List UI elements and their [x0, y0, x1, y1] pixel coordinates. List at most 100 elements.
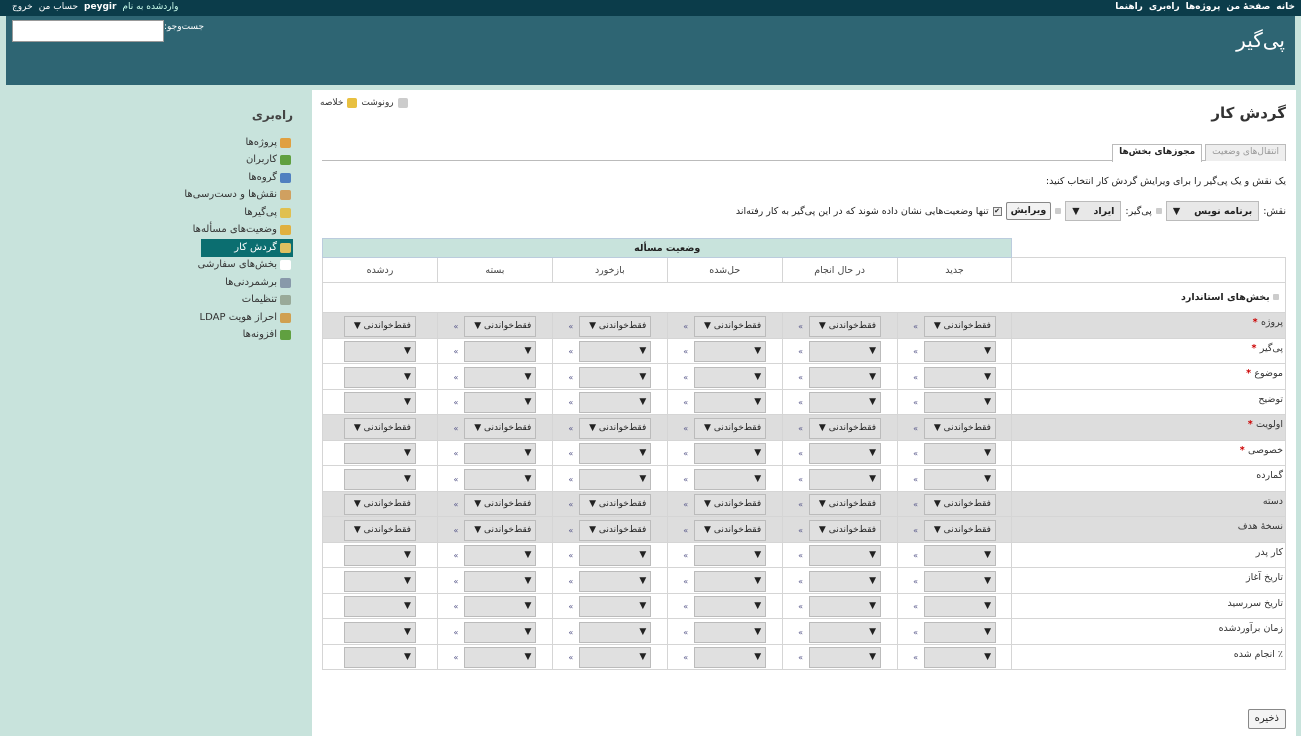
permission-select[interactable]: ▼ [464, 570, 537, 592]
sidebar-item[interactable]: کاربران [163, 152, 293, 170]
permission-select[interactable]: ▼ [694, 443, 767, 465]
copy-right-arrow-icon[interactable]: » [568, 500, 573, 509]
permission-select[interactable]: فقط‌خواندنی ▼ [579, 417, 652, 439]
permission-select[interactable]: ▼ [343, 392, 416, 414]
permission-select[interactable]: فقط‌خواندنی ▼ [343, 494, 416, 516]
copy-right-arrow-icon[interactable]: » [913, 577, 918, 586]
copy-right-arrow-icon[interactable]: » [798, 577, 803, 586]
copy-right-arrow-icon[interactable]: » [683, 551, 688, 560]
permission-select[interactable]: فقط‌خواندنی ▼ [464, 417, 537, 439]
copy-right-arrow-icon[interactable]: » [913, 449, 918, 458]
permission-select[interactable]: ▼ [343, 621, 416, 643]
permission-select[interactable]: ▼ [923, 596, 996, 618]
collapse-icon[interactable] [1273, 294, 1279, 300]
permission-select[interactable]: ▼ [579, 468, 652, 490]
copy-right-arrow-icon[interactable]: » [568, 347, 573, 356]
permission-select[interactable]: ▼ [464, 392, 537, 414]
permission-select[interactable]: فقط‌خواندنی ▼ [694, 519, 767, 541]
permission-select[interactable]: ▼ [343, 647, 416, 669]
copy-right-arrow-icon[interactable]: » [453, 577, 458, 586]
copy-right-arrow-icon[interactable]: » [453, 602, 458, 611]
copy-right-arrow-icon[interactable]: » [453, 424, 458, 433]
permission-select[interactable]: فقط‌خواندنی ▼ [343, 417, 416, 439]
permission-select[interactable]: ▼ [464, 596, 537, 618]
permission-select[interactable]: فقط‌خواندنی ▼ [464, 494, 537, 516]
permission-select[interactable]: ▼ [809, 366, 882, 388]
permission-select[interactable]: فقط‌خواندنی ▼ [809, 494, 882, 516]
copy-right-arrow-icon[interactable]: » [568, 449, 573, 458]
copy-right-arrow-icon[interactable]: » [683, 373, 688, 382]
permission-select[interactable]: ▼ [579, 621, 652, 643]
permission-select[interactable]: ▼ [343, 443, 416, 465]
tab-transitions[interactable]: انتقال‌های وضعیت [1205, 144, 1286, 161]
copy-right-arrow-icon[interactable]: » [568, 475, 573, 484]
top-menu-item[interactable]: خانه [1276, 2, 1295, 12]
permission-select[interactable]: فقط‌خواندنی ▼ [809, 417, 882, 439]
sidebar-item[interactable]: وضعیت‌های مسأله‌ها [163, 222, 293, 240]
permission-select[interactable]: ▼ [923, 443, 996, 465]
permission-select[interactable]: ▼ [694, 341, 767, 363]
copy-right-arrow-icon[interactable]: » [683, 347, 688, 356]
permission-select[interactable]: ▼ [923, 545, 996, 567]
copy-right-arrow-icon[interactable]: » [798, 373, 803, 382]
permission-select[interactable]: ▼ [694, 621, 767, 643]
permission-select[interactable]: ▼ [923, 341, 996, 363]
sidebar-item[interactable]: گردش کار [201, 239, 293, 257]
search-input[interactable] [12, 20, 164, 42]
permission-select[interactable]: فقط‌خواندنی ▼ [923, 417, 996, 439]
copy-right-arrow-icon[interactable]: » [798, 500, 803, 509]
copy-right-arrow-icon[interactable]: » [453, 449, 458, 458]
permission-select[interactable]: ▼ [579, 570, 652, 592]
copy-right-arrow-icon[interactable]: » [453, 322, 458, 331]
permission-select[interactable]: ▼ [464, 366, 537, 388]
permission-select[interactable]: فقط‌خواندنی ▼ [579, 519, 652, 541]
sidebar-item[interactable]: تنظیمات [163, 292, 293, 310]
permission-select[interactable]: ▼ [464, 647, 537, 669]
copy-right-arrow-icon[interactable]: » [683, 602, 688, 611]
copy-right-arrow-icon[interactable]: » [453, 628, 458, 637]
permission-select[interactable]: ▼ [694, 647, 767, 669]
copy-right-arrow-icon[interactable]: » [683, 424, 688, 433]
permission-select[interactable]: ▼ [579, 545, 652, 567]
permission-select[interactable]: ▼ [923, 392, 996, 414]
permission-select[interactable]: فقط‌خواندنی ▼ [694, 315, 767, 337]
copy-right-arrow-icon[interactable]: » [798, 347, 803, 356]
tracker-select[interactable]: ایراد ▼ [1065, 201, 1122, 221]
permission-select[interactable]: فقط‌خواندنی ▼ [694, 494, 767, 516]
sidebar-item[interactable]: گروه‌ها [163, 169, 293, 187]
copy-right-arrow-icon[interactable]: » [568, 373, 573, 382]
sidebar-item[interactable]: احراز هویت LDAP [163, 309, 293, 327]
tab-field-permissions[interactable]: مجوزهای بخش‌ها [1112, 144, 1203, 162]
permission-select[interactable]: ▼ [809, 468, 882, 490]
copy-right-arrow-icon[interactable]: » [683, 322, 688, 331]
permission-select[interactable]: ▼ [343, 545, 416, 567]
copy-right-arrow-icon[interactable]: » [453, 398, 458, 407]
permission-select[interactable]: ▼ [464, 621, 537, 643]
copy-link[interactable]: رونوشت [361, 98, 393, 108]
copy-right-arrow-icon[interactable]: » [568, 551, 573, 560]
permission-select[interactable]: ▼ [579, 366, 652, 388]
permission-select[interactable]: ▼ [694, 468, 767, 490]
username-link[interactable]: peygir [84, 2, 116, 12]
permission-select[interactable]: ▼ [923, 468, 996, 490]
sidebar-item[interactable]: پی‌گیرها [163, 204, 293, 222]
save-button[interactable]: ذخیره [1247, 709, 1286, 729]
copy-right-arrow-icon[interactable]: » [568, 526, 573, 535]
permission-select[interactable]: فقط‌خواندنی ▼ [923, 519, 996, 541]
copy-right-arrow-icon[interactable]: » [568, 424, 573, 433]
permission-select[interactable]: ▼ [809, 341, 882, 363]
role-select[interactable]: برنامه نویس ▼ [1165, 201, 1260, 221]
permission-select[interactable]: ▼ [343, 570, 416, 592]
copy-right-arrow-icon[interactable]: » [683, 475, 688, 484]
copy-right-arrow-icon[interactable]: » [913, 526, 918, 535]
permission-select[interactable]: ▼ [694, 392, 767, 414]
permission-select[interactable]: فقط‌خواندنی ▼ [923, 315, 996, 337]
copy-right-arrow-icon[interactable]: » [683, 628, 688, 637]
copy-right-arrow-icon[interactable]: » [798, 602, 803, 611]
copy-right-arrow-icon[interactable]: » [568, 628, 573, 637]
permission-select[interactable]: ▼ [809, 392, 882, 414]
permission-select[interactable]: ▼ [579, 341, 652, 363]
permission-select[interactable]: ▼ [694, 366, 767, 388]
permission-select[interactable]: فقط‌خواندنی ▼ [579, 315, 652, 337]
permission-select[interactable]: ▼ [809, 570, 882, 592]
